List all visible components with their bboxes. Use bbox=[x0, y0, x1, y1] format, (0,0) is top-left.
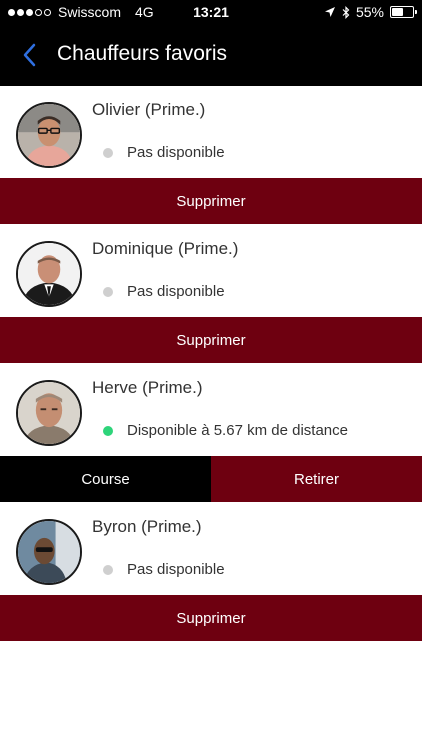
driver-card-byron[interactable]: Byron (Prime.) Pas disponible bbox=[0, 503, 422, 595]
driver-card-dominique[interactable]: Dominique (Prime.) Pas disponible bbox=[0, 225, 422, 317]
driver-photo bbox=[18, 521, 80, 583]
chevron-left-icon bbox=[23, 43, 36, 67]
availability-status: Pas disponible bbox=[127, 144, 225, 161]
back-button[interactable] bbox=[16, 40, 46, 70]
driver-photo bbox=[18, 104, 80, 166]
avatar bbox=[16, 380, 82, 446]
driver-card-olivier[interactable]: Olivier (Prime.) Pas disponible bbox=[0, 86, 422, 178]
battery-icon bbox=[390, 6, 417, 18]
driver-photo bbox=[18, 382, 80, 444]
driver-card-herve[interactable]: Herve (Prime.) Disponible à 5.67 km de d… bbox=[0, 364, 422, 456]
bluetooth-icon bbox=[342, 5, 350, 19]
book-ride-button[interactable]: Course bbox=[0, 456, 211, 502]
availability-status: Pas disponible bbox=[127, 561, 225, 578]
navigation-bar: Chauffeurs favoris bbox=[0, 24, 422, 86]
availability-row: Disponible à 5.67 km de distance bbox=[103, 422, 348, 439]
driver-name: Herve (Prime.) bbox=[92, 378, 203, 397]
driver-actions: Course Retirer bbox=[0, 456, 422, 502]
driver-actions: Supprimer bbox=[0, 595, 422, 641]
availability-row: Pas disponible bbox=[103, 283, 225, 300]
status-dot-icon bbox=[103, 564, 113, 575]
status-right: 55% bbox=[324, 4, 417, 20]
status-dot-icon bbox=[103, 286, 113, 297]
avatar bbox=[16, 102, 82, 168]
availability-row: Pas disponible bbox=[103, 561, 225, 578]
driver-actions: Supprimer bbox=[0, 317, 422, 363]
location-arrow-icon bbox=[324, 7, 335, 17]
availability-status: Pas disponible bbox=[127, 283, 225, 300]
driver-photo bbox=[18, 243, 80, 305]
driver-actions: Supprimer bbox=[0, 178, 422, 224]
page-title: Chauffeurs favoris bbox=[57, 42, 228, 65]
avatar bbox=[16, 519, 82, 585]
status-dot-icon bbox=[103, 425, 113, 436]
delete-button[interactable]: Supprimer bbox=[0, 178, 422, 224]
avatar bbox=[16, 241, 82, 307]
status-dot-icon bbox=[103, 147, 113, 158]
driver-name: Byron (Prime.) bbox=[92, 517, 202, 536]
driver-name: Olivier (Prime.) bbox=[92, 100, 206, 119]
status-bar: Swisscom 4G 13:21 55% bbox=[0, 0, 422, 24]
availability-row: Pas disponible bbox=[103, 144, 225, 161]
availability-status: Disponible à 5.67 km de distance bbox=[127, 422, 348, 439]
delete-button[interactable]: Supprimer bbox=[0, 317, 422, 363]
delete-button[interactable]: Supprimer bbox=[0, 595, 422, 641]
battery-percent: 55% bbox=[355, 4, 384, 20]
remove-button[interactable]: Retirer bbox=[211, 456, 422, 502]
driver-name: Dominique (Prime.) bbox=[92, 239, 239, 258]
